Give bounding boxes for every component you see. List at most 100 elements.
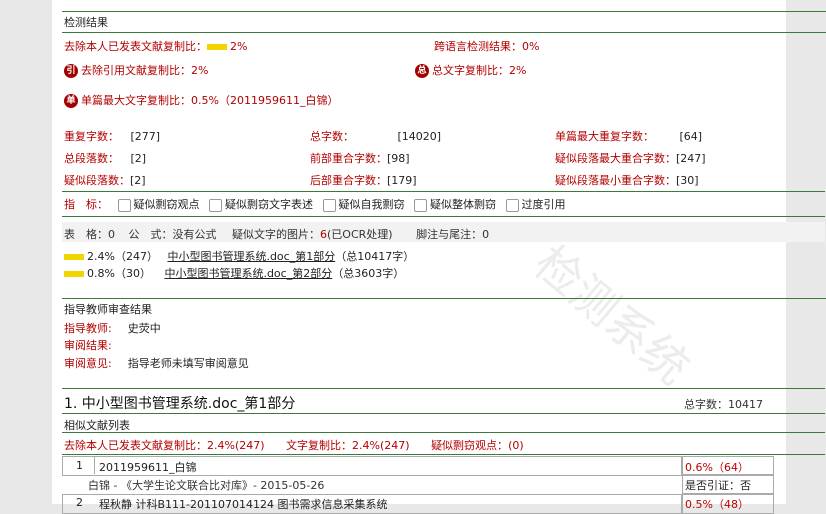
total-chars-label: 总字数： xyxy=(310,130,354,143)
indicator-checkbox[interactable] xyxy=(414,198,427,212)
review-result: 审阅结果: xyxy=(64,337,112,353)
divider xyxy=(62,413,825,414)
teacher-label: 指导教师: xyxy=(64,322,112,335)
total-text-label: 总文字复制比： xyxy=(432,64,509,77)
cell-divider xyxy=(94,456,95,474)
indicator-checkbox[interactable] xyxy=(117,198,131,212)
indicator-label: 疑似剽窃文字表述 xyxy=(225,198,313,211)
excl-self-line: 去除本人已发表文献复制比： 2% xyxy=(64,38,247,54)
row-number: 2 xyxy=(76,496,83,509)
teacher-name: 史荧中 xyxy=(127,322,161,335)
stat-single-max-dup: 单篇最大重复字数： [64] xyxy=(555,128,702,144)
result-label: 审阅结果: xyxy=(64,339,112,352)
dup-chars-value: [277] xyxy=(130,130,161,143)
part-pct: 2.4%（247） xyxy=(87,250,158,263)
stat-dup-chars: 重复字数： [277] xyxy=(64,128,160,144)
indicators-label: 指 标： xyxy=(64,198,108,211)
indicator-checkbox[interactable] xyxy=(322,198,336,212)
stat-total-paras: 总段落数： [2] xyxy=(64,150,146,166)
sus-max-label: 疑似段落最大重合字数： xyxy=(555,152,676,165)
review-header-label: 指导教师审查结果 xyxy=(64,303,152,316)
images-label: 疑似文字的图片： xyxy=(232,228,320,241)
row-title-text: 2011959611_白锦 xyxy=(99,461,197,474)
front-overlap-label: 前部重合字数： xyxy=(310,152,387,165)
single-max-source: （2011959611_白锦） xyxy=(218,94,339,107)
excl-self-label: 去除本人已发表文献复制比： xyxy=(64,40,207,53)
stat-sus-max: 疑似段落最大重合字数：[247] xyxy=(555,150,706,166)
section-total: 总字数：10417 xyxy=(684,396,763,412)
bar-icon xyxy=(64,254,84,260)
misc-line: 表 格：0 公 式：没有公式 疑似文字的图片：6(已OCR处理) 脚注与尾注：0 xyxy=(64,226,489,242)
sus-min-label: 疑似段落最小重合字数： xyxy=(555,174,676,187)
row-number: 1 xyxy=(76,459,83,472)
stat-sus-min: 疑似段落最小重合字数：[30] xyxy=(555,172,699,188)
divider xyxy=(62,432,825,433)
indicator-label: 过度引用 xyxy=(521,198,566,211)
single-max-dup-value: [64] xyxy=(679,130,703,143)
part-item: 2.4%（247） 中小型图书管理系统.doc_第1部分（总10417字） xyxy=(64,248,414,264)
tables-count: 表 格：0 xyxy=(64,228,115,241)
text-copy-label: 文字复制比： xyxy=(286,439,353,452)
review-teacher: 指导教师: 史荧中 xyxy=(64,320,161,336)
row-cite: 是否引证：否 xyxy=(685,477,751,493)
row-pct: 0.5%（48） xyxy=(685,496,749,512)
images-value: 6 xyxy=(320,228,327,241)
report-page: 检测系统 检测结果 去除本人已发表文献复制比： 2% 跨语言检测结果：0% 引去除… xyxy=(52,0,826,514)
stat-front-overlap: 前部重合字数：[98] xyxy=(310,150,410,166)
total-chars-value: [14020] xyxy=(397,130,442,143)
images-note: (已OCR处理) xyxy=(327,228,393,241)
sus-max-value: [247] xyxy=(676,152,706,165)
row-title: 2011959611_白锦 xyxy=(99,459,197,475)
divider xyxy=(62,388,825,389)
front-overlap-value: [98] xyxy=(387,152,410,165)
row-pct: 0.6%（64） xyxy=(685,459,749,475)
excl-self-value: 2% xyxy=(230,40,248,53)
excl-cite-line: 引去除引用文献复制比：2% xyxy=(64,62,208,78)
list-header-text: 相似文献列表 xyxy=(64,419,130,432)
stat-total-chars: 总字数： [14020] xyxy=(310,128,441,144)
opinion-text: 指导老师未填写审阅意见 xyxy=(127,357,249,370)
row-no: 2 xyxy=(76,496,83,509)
cross-lang-line: 跨语言检测结果：0% xyxy=(434,38,539,54)
sus-label: 疑似剽窃观点： xyxy=(431,439,509,452)
indicator-label: 疑似整体剽窃 xyxy=(430,198,496,211)
result-header-label: 检测结果 xyxy=(64,16,108,29)
divider xyxy=(62,216,825,217)
excl-cite-label: 去除引用文献复制比： xyxy=(81,64,191,77)
review-opinion: 审阅意见: 指导老师未填写审阅意见 xyxy=(64,355,249,371)
part-total: （总3603字） xyxy=(332,267,405,280)
text-copy-value: 2.4%(247) xyxy=(352,439,410,452)
sus-value: (0) xyxy=(508,439,524,452)
part-link[interactable]: 中小型图书管理系统.doc_第1部分 xyxy=(167,250,335,263)
single-max-label: 单篇最大文字复制比： xyxy=(81,94,191,107)
total-icon: 总 xyxy=(415,64,429,78)
row-sub-text: 白锦 - 《大学生论文联合比对库》- 2015-05-26 xyxy=(88,479,325,492)
footnotes-count: 脚注与尾注：0 xyxy=(416,228,490,241)
single-icon: 单 xyxy=(64,94,78,108)
indicator-checkbox[interactable] xyxy=(505,198,519,212)
sus-paras-label: 疑似段落数： xyxy=(64,174,130,187)
divider xyxy=(62,191,825,192)
part-pct: 0.8%（30） xyxy=(87,267,151,280)
stat-back-overlap: 后部重合字数：[179] xyxy=(310,172,417,188)
indicator-checkbox[interactable] xyxy=(209,198,222,212)
total-paras-value: [2] xyxy=(130,152,147,165)
back-overlap-value: [179] xyxy=(387,174,417,187)
opinion-label: 审阅意见: xyxy=(64,357,112,370)
row-title-text: 程秋静 计科B111-201107014124 图书需求信息采集系统 xyxy=(99,498,388,511)
bar-icon xyxy=(207,44,227,50)
section-summary: 去除本人已发表文献复制比：2.4%(247) 文字复制比：2.4%(247) 疑… xyxy=(64,437,524,453)
result-header: 检测结果 xyxy=(62,11,826,33)
divider xyxy=(62,454,825,455)
row-no: 1 xyxy=(76,459,83,472)
stat-sus-paras: 疑似段落数：[2] xyxy=(64,172,146,188)
sus-paras-value: [2] xyxy=(130,174,146,187)
dup-chars-label: 重复字数： xyxy=(64,130,119,143)
section-total-text: 总字数：10417 xyxy=(684,398,763,411)
cite-icon: 引 xyxy=(64,64,78,78)
sus-min-value: [30] xyxy=(676,174,699,187)
cross-lang-value: 0% xyxy=(522,40,540,53)
indicators-row: 指 标： 疑似剽窃观点 疑似剽窃文字表述 疑似自我剽窃 疑似整体剽窃 过度引用 xyxy=(64,196,566,212)
total-paras-label: 总段落数： xyxy=(64,152,119,165)
part-link[interactable]: 中小型图书管理系统.doc_第2部分 xyxy=(164,267,332,280)
